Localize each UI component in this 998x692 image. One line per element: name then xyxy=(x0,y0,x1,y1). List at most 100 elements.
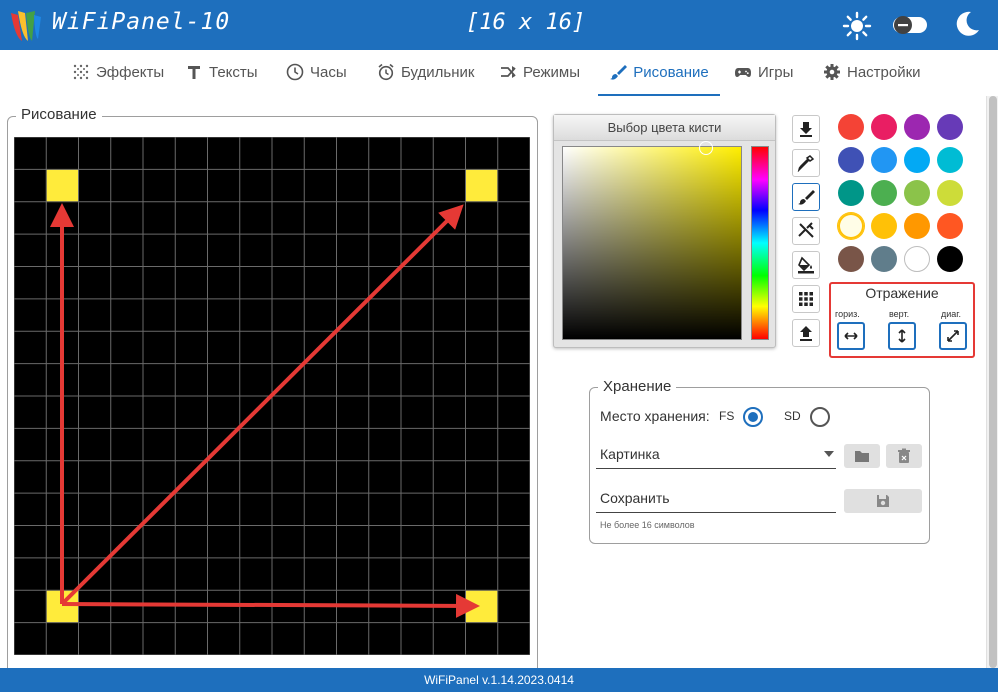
tab-drawing[interactable]: Рисование xyxy=(598,50,720,96)
sun-icon[interactable] xyxy=(842,11,872,41)
main-tabs: Эффекты Тексты Часы Будильник Режимы Рис… xyxy=(0,50,998,96)
palette-swatch[interactable] xyxy=(904,246,930,272)
lit-pixel[interactable] xyxy=(466,169,498,202)
saturation-area[interactable] xyxy=(562,141,742,340)
eyedropper-button[interactable] xyxy=(792,149,820,177)
arrow-diagonal-icon xyxy=(947,330,959,342)
palette-swatch[interactable] xyxy=(904,147,930,173)
fill-bucket-icon xyxy=(798,256,814,274)
pixel-grid[interactable] xyxy=(14,137,530,655)
palette-swatch[interactable] xyxy=(904,114,930,140)
storage-place-label: Место хранения: xyxy=(600,408,710,424)
floppy-disk-icon xyxy=(877,495,889,507)
tab-label: Будильник xyxy=(401,63,475,81)
arrow-diagonal xyxy=(60,204,464,606)
mirror-horizontal-label: гориз. xyxy=(835,309,860,319)
mirror-title: Отражение xyxy=(865,285,939,301)
gamepad-icon xyxy=(735,68,751,77)
theme-toggle[interactable] xyxy=(892,14,928,36)
palette-swatch[interactable] xyxy=(871,180,897,206)
palette-swatch[interactable] xyxy=(904,213,930,239)
palette-swatch[interactable] xyxy=(838,180,864,206)
app-title: WiFiPanel-10 xyxy=(52,9,231,35)
save-button[interactable] xyxy=(844,489,922,513)
trash-icon xyxy=(898,448,910,463)
picker-title: Выбор цвета кисти xyxy=(554,115,775,141)
save-name-input[interactable]: Сохранить xyxy=(596,485,836,513)
palette-swatch[interactable] xyxy=(937,180,963,206)
brush-tool-button[interactable] xyxy=(792,183,820,211)
picture-select[interactable]: Картинка xyxy=(596,440,836,469)
page-scrollbar[interactable] xyxy=(986,96,998,668)
mirror-vertical-label: верт. xyxy=(889,309,910,319)
delete-button[interactable] xyxy=(886,444,922,468)
upload-button[interactable] xyxy=(792,319,820,347)
eraser-icon xyxy=(798,222,814,238)
grid-icon xyxy=(799,292,813,306)
text-icon xyxy=(188,66,200,79)
moon-icon[interactable] xyxy=(952,9,982,39)
picture-select-value: Картинка xyxy=(600,446,660,462)
tab-settings[interactable]: Настройки xyxy=(823,50,921,94)
palette-swatch[interactable] xyxy=(937,246,963,272)
mirror-vertical-button[interactable] xyxy=(888,322,916,350)
palette-swatch[interactable] xyxy=(937,114,963,140)
eraser-button[interactable] xyxy=(792,217,820,245)
arrow-right xyxy=(61,593,480,618)
palette-swatch[interactable] xyxy=(871,246,897,272)
dots-grid-icon xyxy=(73,64,89,80)
storage-legend: Хранение xyxy=(598,378,677,395)
footer-version: WiFiPanel v.1.14.2023.0414 xyxy=(0,668,998,692)
fs-label: FS xyxy=(719,409,735,423)
clock-icon xyxy=(286,63,304,81)
palette-swatch[interactable] xyxy=(838,114,864,140)
palette-swatch[interactable] xyxy=(937,147,963,173)
grid-toggle-button[interactable] xyxy=(792,285,820,313)
tab-texts[interactable]: Тексты xyxy=(185,50,258,94)
tab-effects[interactable]: Эффекты xyxy=(72,50,164,94)
alarm-icon xyxy=(378,63,394,81)
mirror-diagonal-button[interactable] xyxy=(939,322,967,350)
tab-modes[interactable]: Режимы xyxy=(499,50,580,94)
brush-icon xyxy=(798,190,815,205)
hue-slider[interactable] xyxy=(751,146,769,340)
sd-radio[interactable] xyxy=(810,407,830,427)
mirror-horizontal-button[interactable] xyxy=(837,322,865,350)
app-header: WiFiPanel-10 [16 x 16] xyxy=(0,0,998,50)
palette-swatch[interactable] xyxy=(838,246,864,272)
lit-pixel[interactable] xyxy=(46,169,78,202)
fill-button[interactable] xyxy=(792,251,820,279)
drawing-canvas[interactable] xyxy=(14,137,530,655)
palette-swatch[interactable] xyxy=(871,147,897,173)
eyedropper-icon xyxy=(797,155,815,172)
fs-radio[interactable] xyxy=(743,407,763,427)
saturation-cursor[interactable] xyxy=(699,141,713,155)
brush-color-picker: Выбор цвета кисти xyxy=(553,114,776,348)
annotation-arrows xyxy=(50,203,480,618)
brush-icon xyxy=(610,65,628,80)
mirror-diagonal-label: диаг. xyxy=(941,309,961,319)
palette-swatch[interactable] xyxy=(904,180,930,206)
tab-alarm[interactable]: Будильник xyxy=(377,50,474,94)
tab-games[interactable]: Игры xyxy=(734,50,793,94)
palette-swatch[interactable] xyxy=(937,213,963,239)
palette-swatch[interactable] xyxy=(838,213,864,239)
palette-swatch[interactable] xyxy=(871,114,897,140)
tab-label: Часы xyxy=(310,63,347,81)
scrollbar-thumb[interactable] xyxy=(989,96,997,668)
arrow-vertical-icon xyxy=(898,329,906,343)
download-button[interactable] xyxy=(792,115,820,143)
tab-clock[interactable]: Часы xyxy=(286,50,347,94)
matrix-size-label: [16 x 16] xyxy=(466,10,586,35)
open-folder-button[interactable] xyxy=(844,444,880,468)
modes-icon xyxy=(501,66,516,78)
tab-label: Эффекты xyxy=(96,63,165,81)
save-hint: Не более 16 символов xyxy=(600,520,695,530)
palette-swatch[interactable] xyxy=(871,213,897,239)
arrow-horizontal-icon xyxy=(844,332,858,340)
tab-label: Режимы xyxy=(523,63,581,81)
tab-label: Игры xyxy=(758,63,794,81)
tab-label: Тексты xyxy=(209,63,258,81)
folder-icon xyxy=(855,451,869,462)
palette-swatch[interactable] xyxy=(838,147,864,173)
